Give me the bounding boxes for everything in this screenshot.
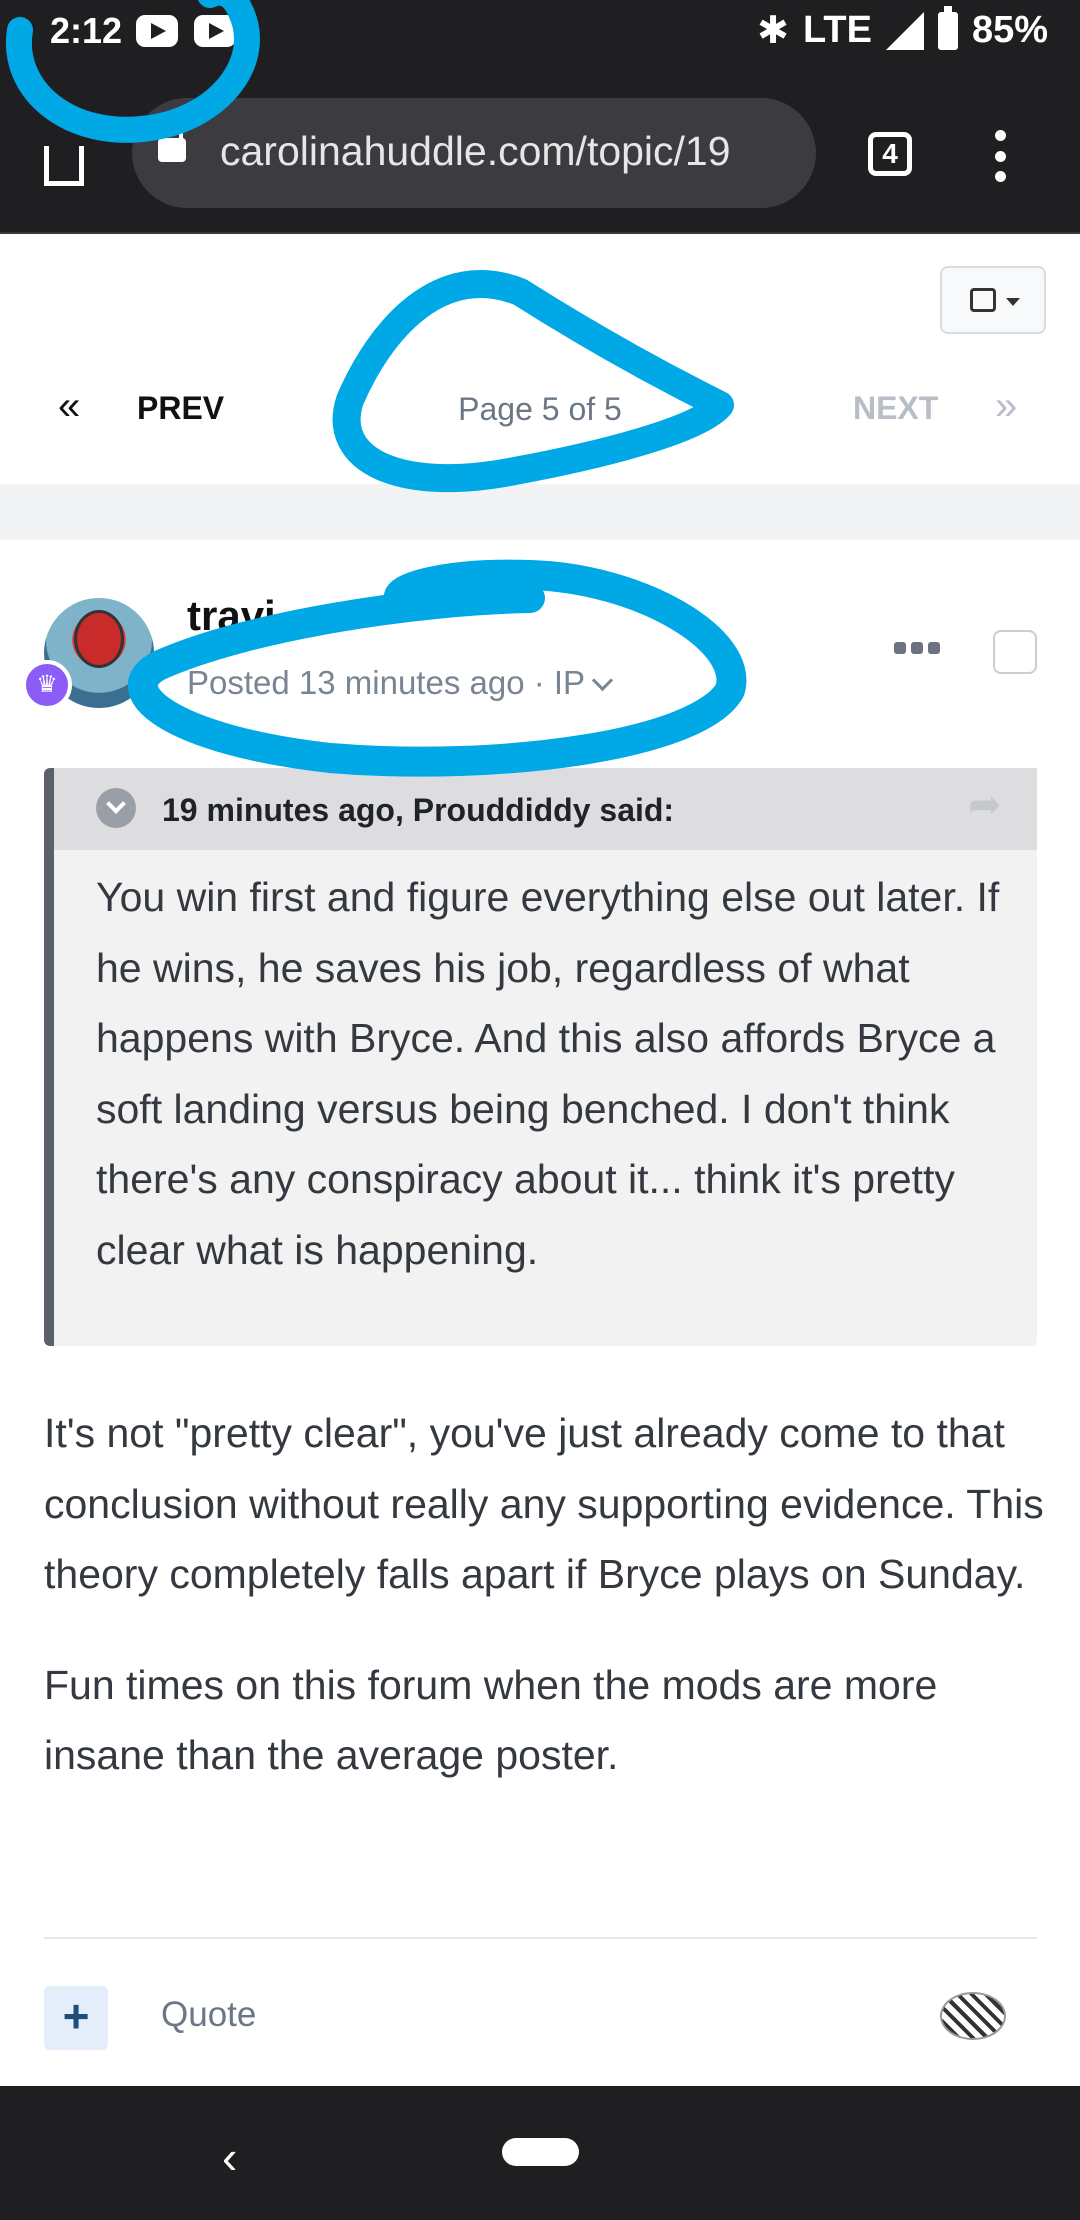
home-gesture-pill[interactable]: [502, 2138, 579, 2166]
reaction-avatar[interactable]: [940, 1992, 1006, 2040]
author-name[interactable]: travi: [187, 592, 276, 640]
more-options-icon[interactable]: [894, 642, 940, 654]
forum-post: ♛ travi Posted 13 minutes ago · IP 19 mi…: [0, 540, 1080, 2086]
status-indicators: ✱ LTE 85%: [757, 5, 1048, 53]
network-type: LTE: [802, 9, 872, 51]
chevron-down-icon[interactable]: [591, 669, 614, 692]
post-paragraph: It's not "pretty clear", you've just alr…: [44, 1410, 1044, 1597]
post-paragraph: Fun times on this forum when the mods ar…: [44, 1661, 938, 1779]
quote-body: You win first and figure everything else…: [96, 862, 1006, 1285]
quote-button[interactable]: Quote: [161, 1995, 256, 2035]
divider: [44, 1937, 1037, 1939]
status-time: 2:12: [50, 10, 123, 51]
status-bar: 2:12 ✱ LTE 85%: [0, 0, 1080, 66]
system-nav-bar: ‹: [0, 2086, 1080, 2220]
quote-block: 19 minutes ago, Prouddiddy said: ➦ You w…: [44, 768, 1037, 1346]
share-arrow-icon[interactable]: ➦: [968, 782, 1002, 828]
back-icon[interactable]: ‹: [222, 2130, 237, 2184]
quote-header: 19 minutes ago, Prouddiddy said: ➦: [54, 768, 1037, 850]
collapse-icon[interactable]: [96, 788, 136, 828]
battery-level: 85%: [971, 9, 1048, 51]
lock-icon[interactable]: [158, 124, 186, 162]
crown-icon: ♛: [22, 660, 72, 710]
post-timestamp[interactable]: Posted 13 minutes ago · IP: [187, 664, 585, 701]
bluetooth-icon: ✱: [757, 10, 789, 52]
section-separator: [0, 484, 1080, 540]
home-icon[interactable]: [44, 146, 84, 186]
youtube-icon: [194, 15, 236, 47]
pagination: « PREV Page 5 of 5 NEXT »: [0, 234, 1080, 484]
signal-icon: [885, 11, 924, 50]
double-chevron-right-icon: »: [995, 384, 1018, 428]
multi-select-toggle[interactable]: [940, 266, 1046, 334]
battery-icon: [937, 5, 958, 50]
next-page-link: NEXT: [853, 390, 939, 426]
caret-down-icon: [1006, 298, 1020, 306]
url-bar[interactable]: carolinahuddle.com/topic/19: [132, 98, 816, 208]
add-reaction-button[interactable]: +: [44, 1986, 108, 2050]
youtube-icon: [136, 15, 178, 47]
quote-citation: 19 minutes ago, Prouddiddy said:: [162, 792, 675, 828]
checkbox-icon: [970, 288, 996, 312]
quote-paragraph: You win first and figure everything else…: [96, 874, 1000, 1273]
post-select-checkbox[interactable]: [993, 630, 1037, 674]
overflow-menu-icon[interactable]: [994, 130, 1006, 182]
post-meta[interactable]: Posted 13 minutes ago · IP: [187, 664, 614, 702]
url-text[interactable]: carolinahuddle.com/topic/19: [220, 128, 731, 175]
browser-toolbar: carolinahuddle.com/topic/19 4: [0, 66, 1080, 234]
tab-switcher-icon[interactable]: 4: [868, 132, 912, 176]
post-body: It's not "pretty clear", you've just alr…: [44, 1398, 1044, 1831]
